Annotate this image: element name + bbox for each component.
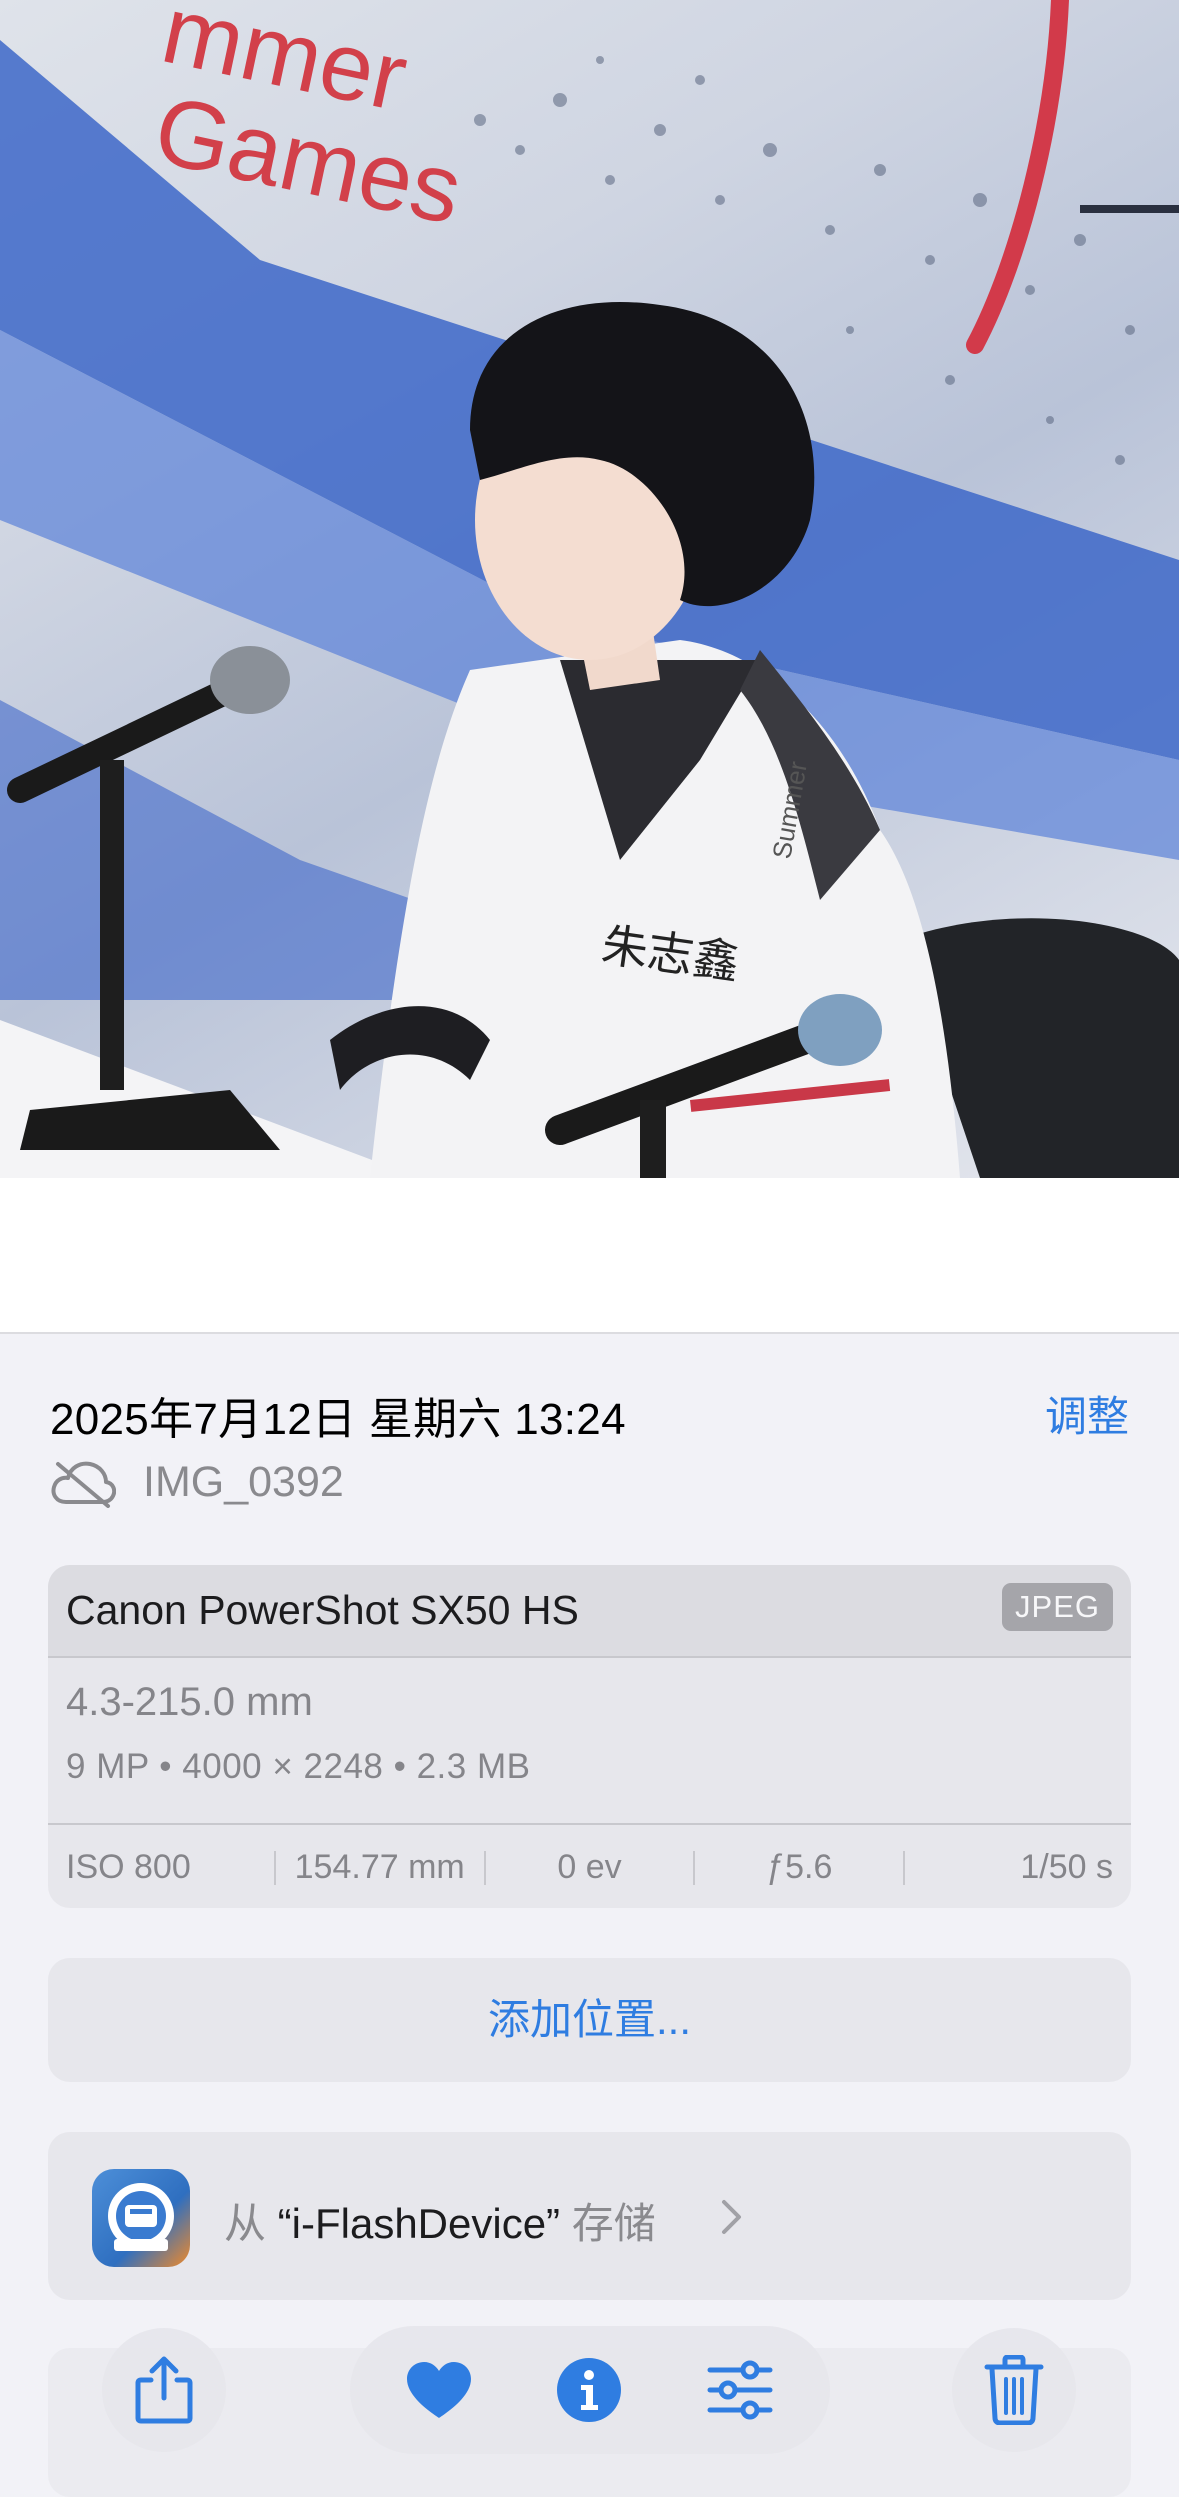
- image-specs: 9 MP • 4000 × 2248 • 2.3 MB: [66, 1747, 531, 1786]
- i-flashdevice-app-icon: [92, 2169, 190, 2267]
- add-location-button[interactable]: 添加位置...: [48, 1958, 1131, 2082]
- exif-focal-length: 154.77 mm: [294, 1848, 465, 1886]
- metadata-card: Canon PowerShot SX50 HS JPEG 4.3-215.0 m…: [48, 1565, 1131, 1908]
- saved-from-app-name: “i-FlashDevice”: [277, 2200, 561, 2247]
- capture-datetime: 2025年7月12日 星期六 13:24: [50, 1395, 626, 1444]
- share-button[interactable]: [102, 2328, 226, 2452]
- saved-from-suffix: 存储: [560, 2200, 656, 2247]
- sliders-icon[interactable]: [706, 2360, 774, 2420]
- photo-viewer[interactable]: mmer Games 朱志鑫 Summer: [0, 0, 1179, 1178]
- camera-model: Canon PowerShot SX50 HS: [66, 1587, 579, 1633]
- exif-exposure-bias: 0 ev: [557, 1848, 622, 1886]
- format-badge: JPEG: [1002, 1583, 1113, 1631]
- exif-iso: ISO 800: [66, 1848, 191, 1886]
- exif-aperture: ƒ5.6: [766, 1848, 833, 1886]
- file-name: IMG_0392: [143, 1458, 344, 1506]
- exif-shutter-speed: 1/50 s: [1020, 1848, 1113, 1886]
- heart-icon[interactable]: [405, 2360, 473, 2420]
- chevron-right-icon: [722, 2200, 741, 2234]
- photo-image: mmer Games 朱志鑫 Summer: [0, 0, 1179, 1178]
- cloud-slash-icon: [51, 1461, 116, 1508]
- exif-row: ISO 800 154.77 mm 0 ev ƒ5.6 1/50 s: [48, 1823, 1131, 1908]
- share-icon: [135, 2356, 193, 2424]
- photo-gap: [0, 1178, 1179, 1334]
- lens-info: 4.3-215.0 mm: [66, 1680, 313, 1724]
- adjust-datetime-button[interactable]: 调整: [1045, 1383, 1129, 1444]
- delete-button[interactable]: [952, 2328, 1076, 2452]
- saved-from-app-row[interactable]: 从 “i-FlashDevice” 存储: [48, 2132, 1131, 2300]
- saved-from-prefix: 从: [224, 2200, 278, 2247]
- metadata-header: Canon PowerShot SX50 HS JPEG: [48, 1565, 1131, 1658]
- trash-icon: [984, 2355, 1044, 2425]
- info-icon[interactable]: [556, 2357, 622, 2423]
- saved-from-label: 从 “i-FlashDevice” 存储: [224, 2190, 656, 2251]
